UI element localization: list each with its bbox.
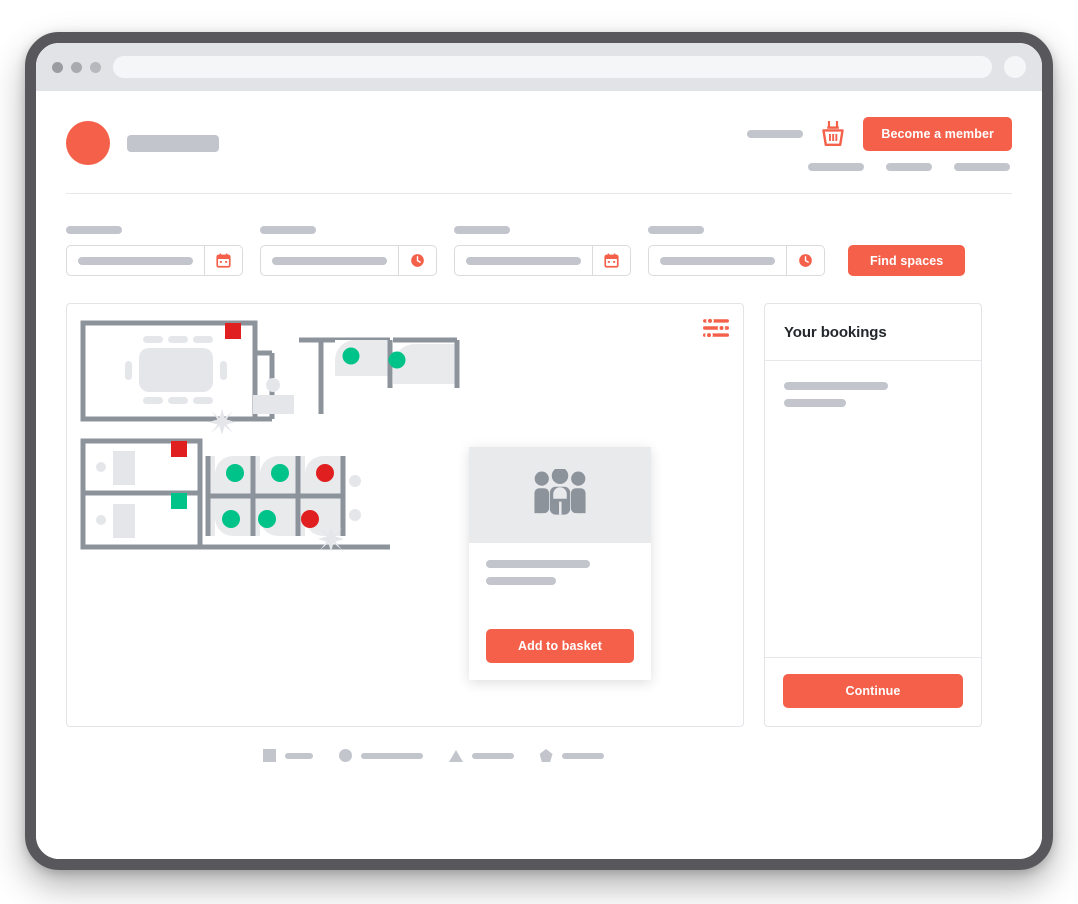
room-status-marker-occupied — [225, 323, 241, 339]
brand-name — [127, 134, 219, 152]
room-meeting-large — [80, 320, 258, 422]
add-to-basket-button[interactable]: Add to basket — [486, 629, 634, 663]
room-status-marker-occupied — [171, 441, 187, 457]
pentagon-icon — [539, 749, 553, 762]
maximize-dot-icon[interactable] — [90, 61, 101, 73]
plant-icon — [209, 409, 235, 435]
booking-item-subtitle — [784, 399, 846, 407]
space-details-popup[interactable]: Add to basket — [469, 447, 651, 680]
field-label-start-date — [66, 226, 122, 234]
end-time-input[interactable] — [648, 245, 825, 276]
calendar-icon[interactable] — [592, 246, 630, 275]
account-link[interactable] — [747, 130, 804, 138]
people-group-icon — [529, 466, 591, 522]
popup-actions: Add to basket — [469, 601, 651, 680]
clock-icon[interactable] — [398, 246, 436, 275]
bookings-panel: Your bookings Continue — [764, 303, 982, 727]
room-status-marker-available — [171, 493, 187, 509]
shopping-basket-icon[interactable] — [821, 120, 845, 148]
end-time-value — [660, 256, 775, 265]
nav-item-3[interactable] — [954, 163, 1010, 171]
start-time-value — [272, 256, 387, 265]
pod-status-available — [271, 464, 289, 482]
floorplan-panel[interactable]: Add to basket — [66, 303, 744, 727]
start-time-input[interactable] — [260, 245, 437, 276]
field-label-end-time — [648, 226, 704, 234]
legend-label-pentagon — [561, 752, 604, 759]
pod-status-available — [226, 464, 244, 482]
pod-status-occupied — [301, 510, 319, 528]
find-spaces-button[interactable]: Find spaces — [848, 245, 966, 276]
booth-status-available — [342, 347, 360, 365]
stool-icon — [349, 509, 361, 521]
booking-item-title — [784, 382, 888, 390]
pod-status-available — [222, 510, 240, 528]
close-dot-icon[interactable] — [52, 61, 63, 73]
circle-icon — [338, 749, 352, 762]
brand-logo-icon[interactable] — [66, 121, 110, 165]
main-content: Add to basket Your bookings Continue — [66, 276, 1012, 727]
traffic-lights — [52, 61, 101, 73]
browser-chrome — [36, 43, 1042, 91]
space-photo — [469, 447, 651, 543]
space-subtitle — [486, 577, 556, 585]
stool-icon — [349, 475, 361, 487]
continue-button[interactable]: Continue — [783, 674, 963, 708]
field-label-end-date — [454, 226, 510, 234]
legend-item-triangle — [448, 749, 514, 762]
field-start-time — [260, 226, 437, 276]
desk-pod-grid — [205, 456, 346, 536]
field-start-date — [66, 226, 243, 276]
page-content: Become a member Find spaces Add to baske… — [36, 91, 1042, 859]
legend-label-circle — [360, 752, 423, 759]
search-bar: Find spaces — [66, 194, 1012, 276]
clock-icon[interactable] — [786, 246, 824, 275]
bookings-list — [765, 361, 981, 657]
become-member-button[interactable]: Become a member — [863, 117, 1012, 151]
start-date-input[interactable] — [66, 245, 243, 276]
header-nav — [808, 163, 1012, 171]
booth-top-b — [388, 344, 455, 384]
nav-item-2[interactable] — [886, 163, 932, 171]
header-actions: Become a member — [747, 117, 1012, 151]
pod-status-occupied — [316, 464, 334, 482]
legend-label-triangle — [471, 752, 514, 759]
address-bar-input[interactable] — [113, 56, 992, 78]
start-date-value — [78, 256, 193, 265]
nav-item-1[interactable] — [808, 163, 864, 171]
bookings-footer: Continue — [765, 657, 981, 726]
square-icon — [262, 749, 276, 762]
map-legend — [66, 727, 1012, 762]
end-date-input[interactable] — [454, 245, 631, 276]
brand[interactable] — [66, 117, 219, 165]
booth-top-a — [299, 337, 390, 376]
field-end-time — [648, 226, 825, 276]
site-header: Become a member — [66, 91, 1012, 194]
calendar-icon[interactable] — [204, 246, 242, 275]
field-label-start-time — [260, 226, 316, 234]
space-info — [469, 543, 651, 601]
bookings-title: Your bookings — [784, 324, 887, 341]
device-screen: Become a member Find spaces Add to baske… — [36, 43, 1042, 859]
field-end-date — [454, 226, 631, 276]
header-right: Become a member — [747, 117, 1012, 171]
legend-item-square — [262, 749, 313, 762]
bookings-header: Your bookings — [765, 304, 981, 361]
device-frame: Become a member Find spaces Add to baske… — [25, 32, 1053, 870]
triangle-icon — [448, 749, 463, 762]
space-title — [486, 560, 590, 568]
filter-sliders-icon[interactable] — [703, 317, 729, 339]
room-office-bottom-left — [80, 490, 203, 550]
end-date-value — [466, 256, 581, 265]
profile-circle-icon[interactable] — [1004, 56, 1026, 78]
booth-status-available — [388, 351, 406, 369]
legend-item-pentagon — [539, 749, 604, 762]
plant-icon — [318, 526, 344, 552]
legend-label-square — [284, 752, 313, 759]
desk-centre-single — [253, 378, 294, 414]
room-office-top-left — [80, 438, 203, 496]
pod-status-available — [258, 510, 276, 528]
minimize-dot-icon[interactable] — [71, 61, 82, 73]
legend-item-circle — [338, 749, 423, 762]
